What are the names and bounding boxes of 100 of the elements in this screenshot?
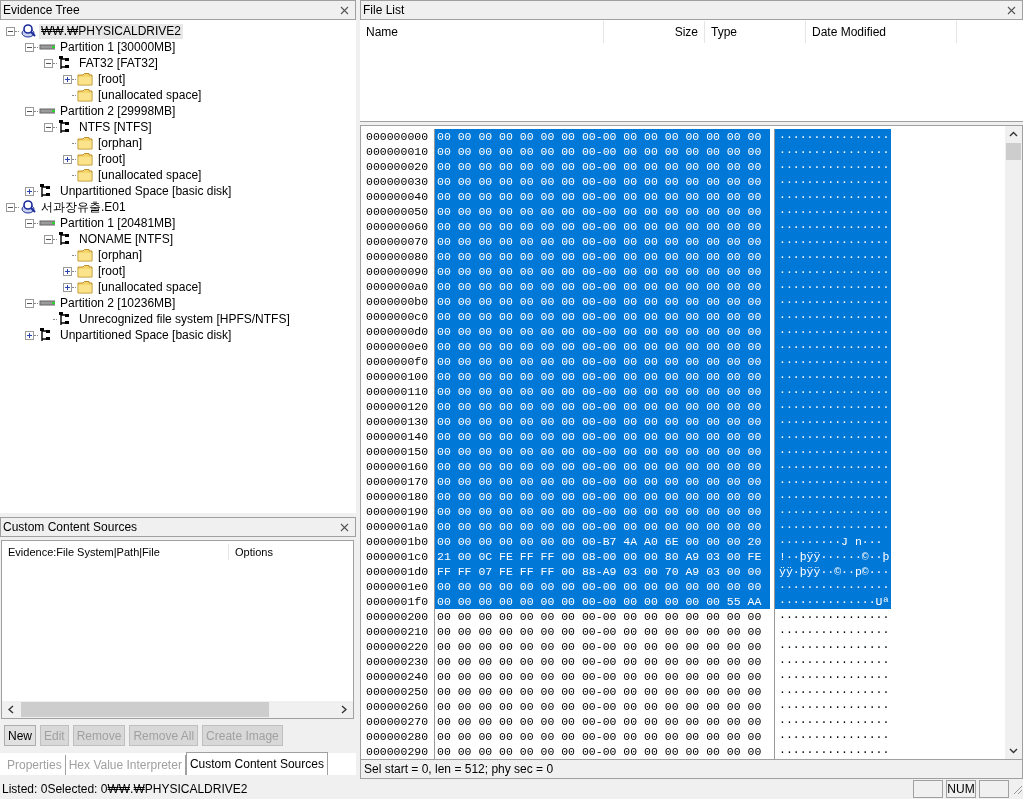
tree-item[interactable]: ₩₩.₩PHYSICALDRIVE2 [39, 23, 183, 39]
tree-item[interactable]: [unallocated space] [96, 279, 204, 295]
hex-bytes: 00 00 00 00 00 00 00 00-00 00 00 00 00 00 00 00 [435, 399, 770, 414]
collapse-icon[interactable] [25, 298, 34, 308]
offset-label: 000000250 [361, 684, 435, 699]
collapse-icon[interactable] [44, 122, 53, 132]
hex-bytes: 00 00 00 00 00 00 00 00-00 00 00 00 00 00 00 00 [436, 684, 763, 699]
ascii-text: ················ [774, 429, 891, 444]
expand-icon[interactable] [63, 282, 72, 292]
tree-item[interactable]: [root] [96, 71, 128, 87]
ascii-text: ················ [774, 639, 891, 654]
vertical-scrollbar[interactable] [1005, 126, 1022, 759]
ascii-text: ················ [774, 714, 891, 729]
ascii-text: ················ [774, 384, 891, 399]
close-icon[interactable] [340, 5, 349, 15]
resize-grip-icon[interactable] [1011, 783, 1023, 795]
tab[interactable]: Custom Content Sources [185, 752, 328, 775]
expand-icon[interactable] [25, 330, 34, 340]
tree-item[interactable]: Unpartitioned Space [basic disk] [58, 327, 234, 343]
collapse-icon[interactable] [6, 202, 15, 212]
folder-icon [77, 263, 93, 279]
tree-item[interactable]: Partition 1 [20481MB] [58, 215, 178, 231]
hex-bytes: 00 00 00 00 00 00 00 00-00 00 00 00 00 00 00 00 [436, 639, 763, 654]
tree-item[interactable]: FAT32 [FAT32] [77, 55, 160, 71]
hex-bytes: 00 00 00 00 00 00 00 00-00 00 00 00 00 00 00 00 [435, 429, 770, 444]
collapse-icon[interactable] [25, 106, 34, 116]
close-icon[interactable] [1007, 5, 1016, 15]
hex-bytes: 00 00 00 00 00 00 00 00-00 00 00 00 00 00 00 00 [435, 144, 770, 159]
ascii-text: ················ [774, 669, 891, 684]
folder-icon [77, 135, 93, 151]
ascii-text: ÿÿ·þÿÿ··©··p©··· [774, 564, 891, 579]
ascii-text: ················ [774, 399, 891, 414]
column-header[interactable]: Type [705, 21, 806, 43]
hex-bytes: 00 00 00 00 00 00 00 00-00 00 00 00 00 00 00 00 [435, 309, 770, 324]
column-header[interactable]: Size [604, 21, 705, 43]
column-header[interactable]: Name [360, 21, 604, 43]
tree-item[interactable]: Partition 2 [10236MB] [58, 295, 178, 311]
tree-item[interactable]: Partition 1 [30000MB] [58, 39, 178, 55]
tree-item[interactable]: Unpartitioned Space [basic disk] [58, 183, 234, 199]
ascii-text: ················ [774, 129, 891, 144]
collapse-icon[interactable] [44, 58, 53, 68]
scroll-thumb[interactable] [21, 702, 269, 717]
hex-bytes: 00 00 00 00 00 00 00 00-00 00 00 00 00 00 00 00 [435, 444, 770, 459]
status-text: Listed: 0 [2, 782, 48, 796]
hex-bytes: 00 00 00 00 00 00 00 00-00 00 00 00 00 00 00 00 [435, 174, 770, 189]
collapse-icon[interactable] [6, 26, 15, 36]
ascii-text: ················ [774, 654, 891, 669]
collapse-icon[interactable] [44, 234, 53, 244]
collapse-icon[interactable] [25, 218, 34, 228]
collapse-icon[interactable] [25, 42, 34, 52]
expand-icon[interactable] [63, 266, 72, 276]
tree-item[interactable]: [orphan] [96, 247, 145, 263]
hex-bytes: 00 00 00 00 00 00 00 00-00 00 00 00 00 00 00 00 [436, 699, 763, 714]
hex-bytes: 00 00 00 00 00 00 00 00-00 00 00 00 00 00 00 00 [435, 459, 770, 474]
horizontal-scrollbar[interactable] [2, 701, 353, 718]
ascii-text: ················ [774, 219, 891, 234]
ascii-text: ················ [774, 174, 891, 189]
close-icon[interactable] [340, 522, 349, 532]
hex-bytes: 00 00 00 00 00 00 00 00-00 00 00 00 00 00 00 00 [435, 354, 770, 369]
scroll-thumb[interactable] [1006, 143, 1021, 160]
column-header[interactable]: Evidence:File System|Path|File [2, 544, 229, 560]
hex-bytes: 00 00 00 00 00 00 00 00-B7 4A A0 6E 00 00 00 20 [435, 534, 770, 549]
ascii-text: ················ [774, 279, 891, 294]
folder-icon [77, 167, 93, 183]
offset-label: 000000290 [361, 744, 435, 759]
hex-bytes: 21 00 0C FE FF FF 00 08-00 00 00 80 A9 03 00 FE [435, 549, 770, 564]
hex-bytes: 00 00 00 00 00 00 00 00-00 00 00 00 00 00 00 00 [435, 294, 770, 309]
tree-item[interactable]: [orphan] [96, 135, 145, 151]
hex-bytes: 00 00 00 00 00 00 00 00-00 00 00 00 00 00 00 00 [435, 264, 770, 279]
tree-item[interactable]: [root] [96, 263, 128, 279]
expand-icon[interactable] [63, 74, 72, 84]
ascii-text: ················ [774, 294, 891, 309]
panel-title: Custom Content Sources [3, 520, 138, 534]
offset-label: 000000270 [361, 714, 435, 729]
key-indicator: NUM [946, 780, 976, 798]
expand-icon[interactable] [25, 186, 34, 196]
hex-bytes: 00 00 00 00 00 00 00 00-00 00 00 00 00 00 00 00 [435, 384, 770, 399]
tree-item[interactable]: 서과장유출.E01 [39, 199, 128, 215]
ascii-text: ················ [774, 339, 891, 354]
expand-icon[interactable] [63, 154, 72, 164]
tree-item[interactable]: [unallocated space] [96, 167, 204, 183]
hex-bytes: 00 00 00 00 00 00 00 00-00 00 00 00 00 00 00 00 [435, 129, 770, 144]
tree-item[interactable]: NTFS [NTFS] [77, 119, 154, 135]
tree-item[interactable]: [root] [96, 151, 128, 167]
hex-bytes: 00 00 00 00 00 00 00 00-00 00 00 00 00 00 55 AA [435, 594, 770, 609]
tree-item[interactable]: NONAME [NTFS] [77, 231, 175, 247]
ascii-text: ················ [774, 729, 891, 744]
ascii-text: ················ [774, 204, 891, 219]
offset-label: 000000210 [361, 624, 435, 639]
ascii-text: ················ [774, 579, 891, 594]
button[interactable]: New [4, 725, 36, 746]
tree-item[interactable]: Unrecognized file system [HPFS/NTFS] [77, 311, 292, 327]
tree-item[interactable]: Partition 2 [29998MB] [58, 103, 178, 119]
hex-bytes: 00 00 00 00 00 00 00 00-00 00 00 00 00 00 00 00 [435, 474, 770, 489]
hex-bytes: 00 00 00 00 00 00 00 00-00 00 00 00 00 00 00 00 [435, 159, 770, 174]
column-header[interactable]: Date Modified [806, 21, 957, 43]
ascii-text: ················ [774, 609, 891, 624]
column-header[interactable]: Options [229, 544, 273, 560]
tree-item[interactable]: [unallocated space] [96, 87, 204, 103]
folder-icon [77, 151, 93, 167]
